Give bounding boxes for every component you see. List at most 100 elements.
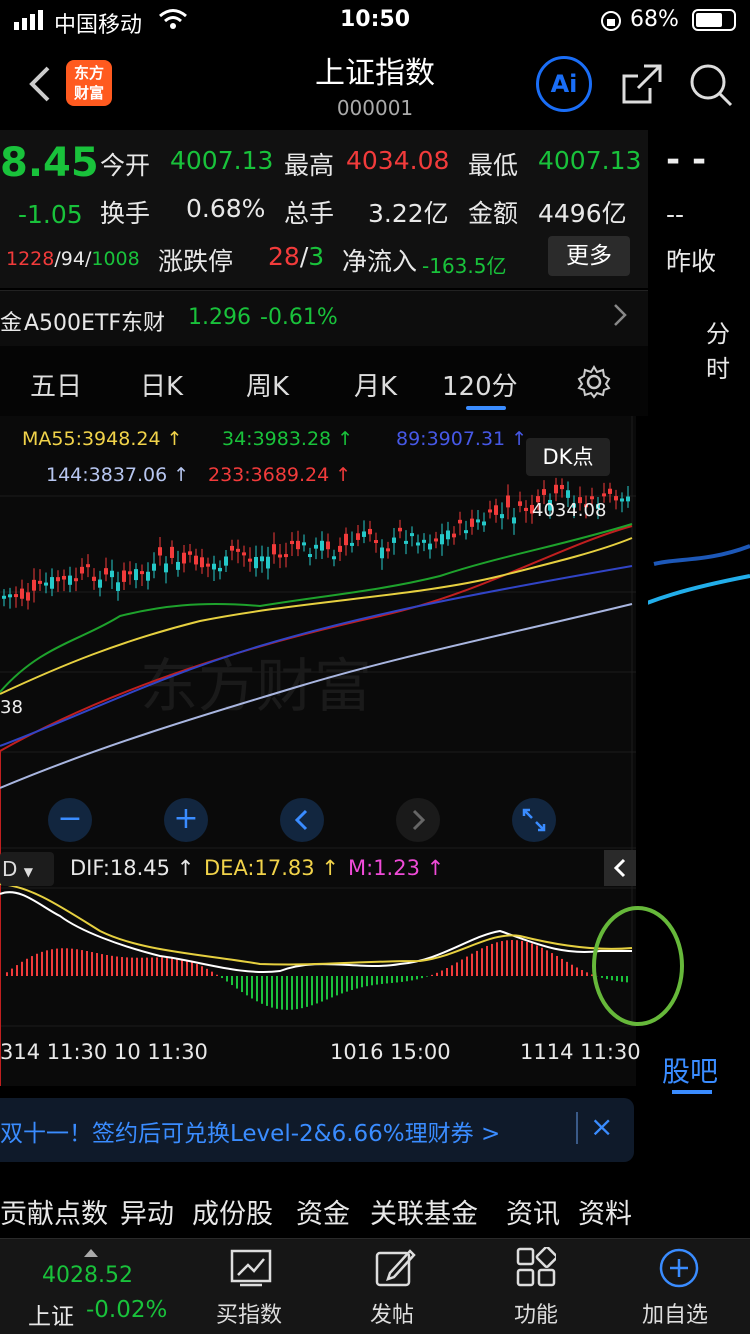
ai-button[interactable]: Ai [536, 56, 592, 112]
open-value: 4007.13 [170, 146, 274, 175]
pan-right-button[interactable] [396, 798, 440, 842]
candle-body [44, 582, 48, 586]
candle-body [206, 563, 210, 567]
candle-body [176, 561, 180, 570]
tab-funds[interactable]: 资金 [296, 1192, 350, 1231]
tab-anomaly[interactable]: 异动 [120, 1192, 174, 1231]
indicator-select[interactable]: D ▼ [0, 852, 54, 886]
more-button[interactable]: 更多 [548, 236, 630, 276]
promo-banner[interactable]: 双十一！签约后可兑换Level-2&6.66%理财券 > × [0, 1098, 634, 1162]
tab-constituents[interactable]: 成份股 [192, 1192, 273, 1231]
candle-body [110, 570, 114, 578]
tab-profile[interactable]: 资料 [578, 1192, 632, 1231]
tab-week-k[interactable]: 周K [246, 366, 289, 403]
candle-body [278, 554, 282, 558]
high-label: 最高 [284, 151, 335, 180]
buy-index-label[interactable]: 买指数 [216, 1297, 282, 1329]
etf-row[interactable]: 金 A500ETF东财 1.296 -0.61% [0, 290, 648, 346]
candle-body [86, 564, 90, 568]
candle-body [92, 576, 96, 581]
inflow-label: 净流入 [342, 247, 418, 276]
candle-body [74, 578, 78, 582]
candle-body [392, 537, 396, 543]
function-label[interactable]: 功能 [514, 1297, 558, 1329]
wifi-icon [158, 8, 188, 36]
axis-label-3: 1016 15:00 [330, 1040, 451, 1064]
share-icon[interactable] [620, 62, 664, 110]
post-label[interactable]: 发帖 [370, 1297, 414, 1329]
candle-body [350, 542, 354, 546]
candle-body [410, 533, 414, 537]
tab-underline [466, 406, 506, 410]
watermark: 东方财富 [140, 652, 372, 720]
carrier-label: 中国移动 [54, 13, 143, 38]
tab-day-k[interactable]: 日K [140, 366, 183, 403]
tab-related-funds[interactable]: 关联基金 [370, 1192, 478, 1231]
candle-body [38, 580, 42, 584]
tab-month-k[interactable]: 月K [354, 366, 397, 403]
candle-body [188, 551, 192, 555]
candle-body [230, 545, 234, 551]
candle-body [80, 566, 84, 574]
add-watchlist-label[interactable]: 加自选 [642, 1297, 708, 1329]
candle-body [20, 588, 24, 599]
last-price: 8.45 [0, 140, 99, 186]
low-label: 最低 [468, 151, 519, 180]
period-tabs [0, 346, 648, 416]
post-icon[interactable] [374, 1247, 416, 1293]
buy-index-icon[interactable] [230, 1249, 272, 1291]
tab-contribution[interactable]: 贡献点数 [0, 1192, 108, 1231]
price-change: -1.05 [18, 200, 83, 229]
add-watchlist-icon[interactable] [658, 1247, 700, 1293]
candle-body [242, 552, 246, 556]
guba-tab[interactable]: 股吧 [662, 1050, 718, 1090]
candle-body [134, 569, 138, 581]
candle-body [56, 577, 60, 582]
nav-header: 东方 财富 上证指数 000001 Ai [0, 40, 750, 130]
side-tab-intraday[interactable]: 分时 [706, 314, 750, 384]
zoom-in-button[interactable]: + [164, 798, 208, 842]
candle-body [182, 552, 186, 564]
low-marker: 38 [0, 697, 23, 718]
status-bar: 中国移动 10:50 68% [0, 0, 750, 40]
candle-body [98, 579, 102, 588]
apps-grid-icon[interactable] [516, 1245, 558, 1291]
right-change: -- [666, 200, 685, 229]
collapse-panel-icon[interactable] [604, 850, 636, 886]
intraday-preview [617, 540, 750, 634]
tab-news[interactable]: 资讯 [506, 1192, 560, 1231]
dif-legend: DIF:18.45 ↑ [70, 856, 195, 880]
pan-left-button[interactable] [280, 798, 324, 842]
candle-body [314, 544, 318, 549]
dk-point-button[interactable]: DK点 [526, 438, 610, 476]
axis-label-1: 314 11:30 [0, 1040, 108, 1064]
candle-body [470, 518, 474, 527]
candle-body [332, 556, 336, 560]
axis-label-4: 1114 11:30 [520, 1040, 641, 1064]
high-value: 4034.08 [346, 146, 450, 175]
kline-chart[interactable]: 东方财富 4034.08 38 [0, 416, 636, 1206]
turnover-value: 0.68% [186, 194, 266, 223]
dea-legend: DEA:17.83 ↑ [204, 856, 339, 880]
candle-body [308, 554, 312, 558]
settings-gear-icon[interactable] [576, 364, 612, 404]
candle-body [290, 540, 294, 545]
candle-body [284, 554, 288, 558]
clock: 10:50 [340, 7, 411, 32]
candle-body [374, 540, 378, 544]
close-icon[interactable]: × [590, 1110, 613, 1143]
tab-120min[interactable]: 120分 [442, 366, 518, 403]
zoom-out-button[interactable]: − [48, 798, 92, 842]
candle-body [296, 540, 300, 550]
fullscreen-button[interactable] [512, 798, 556, 842]
candle-body [458, 519, 462, 524]
turnover-label: 换手 [100, 199, 151, 228]
search-icon[interactable] [688, 62, 734, 112]
m-legend: M:1.23 ↑ [348, 856, 445, 880]
tab-5day[interactable]: 五日 [30, 366, 82, 403]
candle-body [554, 484, 558, 494]
candle-body [2, 595, 6, 599]
candle-body [626, 496, 630, 502]
index-name: 上证 [28, 1304, 74, 1330]
candle-body [476, 519, 480, 523]
